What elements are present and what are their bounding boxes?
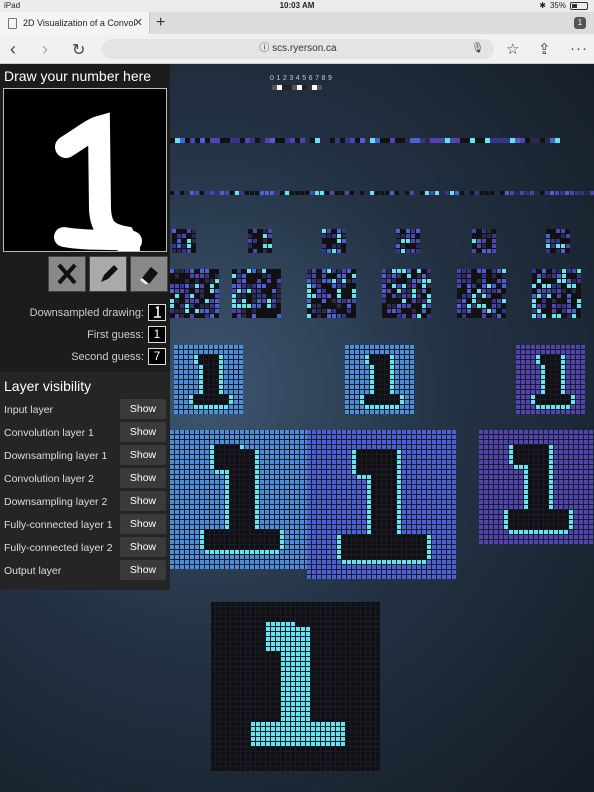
show-fc2-button[interactable]: Show [120,537,166,557]
drawing-tools [48,256,168,292]
downsampled-thumbnail [148,304,166,321]
status-bar: iPad 10:03 AM ✱ 35% [0,0,594,12]
page-content: 0 1 2 3 4 5 6 7 8 9 Draw your number her… [0,64,594,792]
mic-icon[interactable]: 🎙 [471,39,484,59]
first-guess-row: First guess: 1 [87,326,166,343]
drawing-canvas[interactable] [3,88,167,260]
downsampling-1-map-2 [516,345,585,414]
second-guess-label: Second guess: [71,350,144,363]
output-digit-labels: 0 1 2 3 4 5 6 7 8 9 [270,75,333,82]
convolution-2-map-3 [382,269,431,318]
layer-row-down2: Downsampling layer 2 Show [0,491,170,513]
convolution-2-map-2 [307,269,356,318]
convolution-1-map-0 [170,430,309,569]
second-guess-row: Second guess: 7 [71,348,166,365]
downsampling-2-map-4 [472,229,496,253]
more-icon[interactable]: ··· [570,40,588,57]
layer-visibility-panel: Layer visibility Input layer Show Convol… [0,372,170,590]
tab-count-badge[interactable]: 1 [574,17,586,29]
new-tab-icon[interactable]: + [156,14,165,32]
layer-row-output: Output layer Show [0,560,170,582]
share-icon[interactable]: ⇪ [538,40,551,58]
downsampling-1-map-0 [174,345,243,414]
downsampled-label: Downsampled drawing: [29,306,144,319]
downsampled-row: Downsampled drawing: [30,304,166,321]
show-fc1-button[interactable]: Show [120,514,166,534]
bluetooth-icon: ✱ [539,1,546,10]
eraser-icon[interactable] [130,256,168,292]
layer-name: Convolution layer 2 [4,473,94,485]
drawing-panel: Draw your number here Downsampled drawin… [0,64,170,372]
layer-name: Fully-connected layer 1 [4,519,113,531]
convolution-2-map-5 [532,269,581,318]
layer-row-conv2: Convolution layer 2 Show [0,468,170,490]
layer-row-fc2: Fully-connected layer 2 Show [0,537,170,559]
downsampling-2-map-3 [396,229,420,253]
info-icon: ⓘ [259,43,273,54]
second-guess-value: 7 [148,348,166,365]
layer-name: Downsampling layer 1 [4,450,108,462]
layer-name: Downsampling layer 2 [4,496,108,508]
show-conv1-button[interactable]: Show [120,422,166,442]
battery-icon [570,1,588,10]
close-icon[interactable]: ✕ [134,16,143,29]
bookmark-star-icon[interactable]: ☆ [506,40,519,58]
url-text: scs.ryerson.ca [272,43,337,54]
address-bar[interactable]: ⓘ scs.ryerson.ca 🎙 [102,39,494,59]
layer-name: Convolution layer 1 [4,427,94,439]
convolution-1-map-2 [479,430,593,544]
url-bar: ‹ › ↻ ⓘ scs.ryerson.ca 🎙 ☆ ⇪ ··· [0,34,594,64]
layer-visibility-title: Layer visibility [4,378,92,394]
layer-row-down1: Downsampling layer 1 Show [0,445,170,467]
first-guess-label: First guess: [87,328,144,341]
layer-row-input: Input layer Show [0,399,170,421]
pencil-icon[interactable] [89,256,127,292]
clear-x-icon[interactable] [48,256,86,292]
browser-tab[interactable]: 2D Visualization of a Convol ✕ [0,12,150,34]
layer-row-fc1: Fully-connected layer 1 Show [0,514,170,536]
convolution-2-map-0 [170,269,219,318]
tab-bar: 2D Visualization of a Convol ✕ + 1 [0,12,594,34]
fully-connected-layer-2 [170,138,560,143]
draw-title: Draw your number here [4,68,152,84]
forward-icon[interactable]: › [42,39,48,60]
convolution-2-map-1 [232,269,281,318]
downsampling-2-map-2 [322,229,346,253]
layer-name: Fully-connected layer 2 [4,542,113,554]
downsampling-2-map-5 [546,229,570,253]
clock: 10:03 AM [279,1,315,10]
fully-connected-layer-1 [170,191,594,195]
layer-row-conv1: Convolution layer 1 Show [0,422,170,444]
status-right: ✱ 35% [539,1,588,10]
show-input-layer-button[interactable]: Show [120,399,166,419]
show-output-layer-button[interactable]: Show [120,560,166,580]
convolution-2-map-4 [457,269,506,318]
page-icon [8,17,17,29]
convolution-1-map-1 [307,430,456,579]
show-conv2-button[interactable]: Show [120,468,166,488]
downsampling-1-map-1 [345,345,414,414]
show-down2-button[interactable]: Show [120,491,166,511]
first-guess-value: 1 [148,326,166,343]
back-icon[interactable]: ‹ [10,39,16,60]
layer-name: Input layer [4,404,54,416]
show-down1-button[interactable]: Show [120,445,166,465]
layer-name: Output layer [4,565,62,577]
battery-percent: 35% [549,1,566,10]
tab-title: 2D Visualization of a Convol [23,18,135,28]
input-layer-grid [211,602,380,771]
reload-icon[interactable]: ↻ [72,40,85,60]
downsampling-2-map-1 [248,229,272,253]
downsampling-2-map-0 [172,229,196,253]
output-layer-cells [272,85,322,90]
